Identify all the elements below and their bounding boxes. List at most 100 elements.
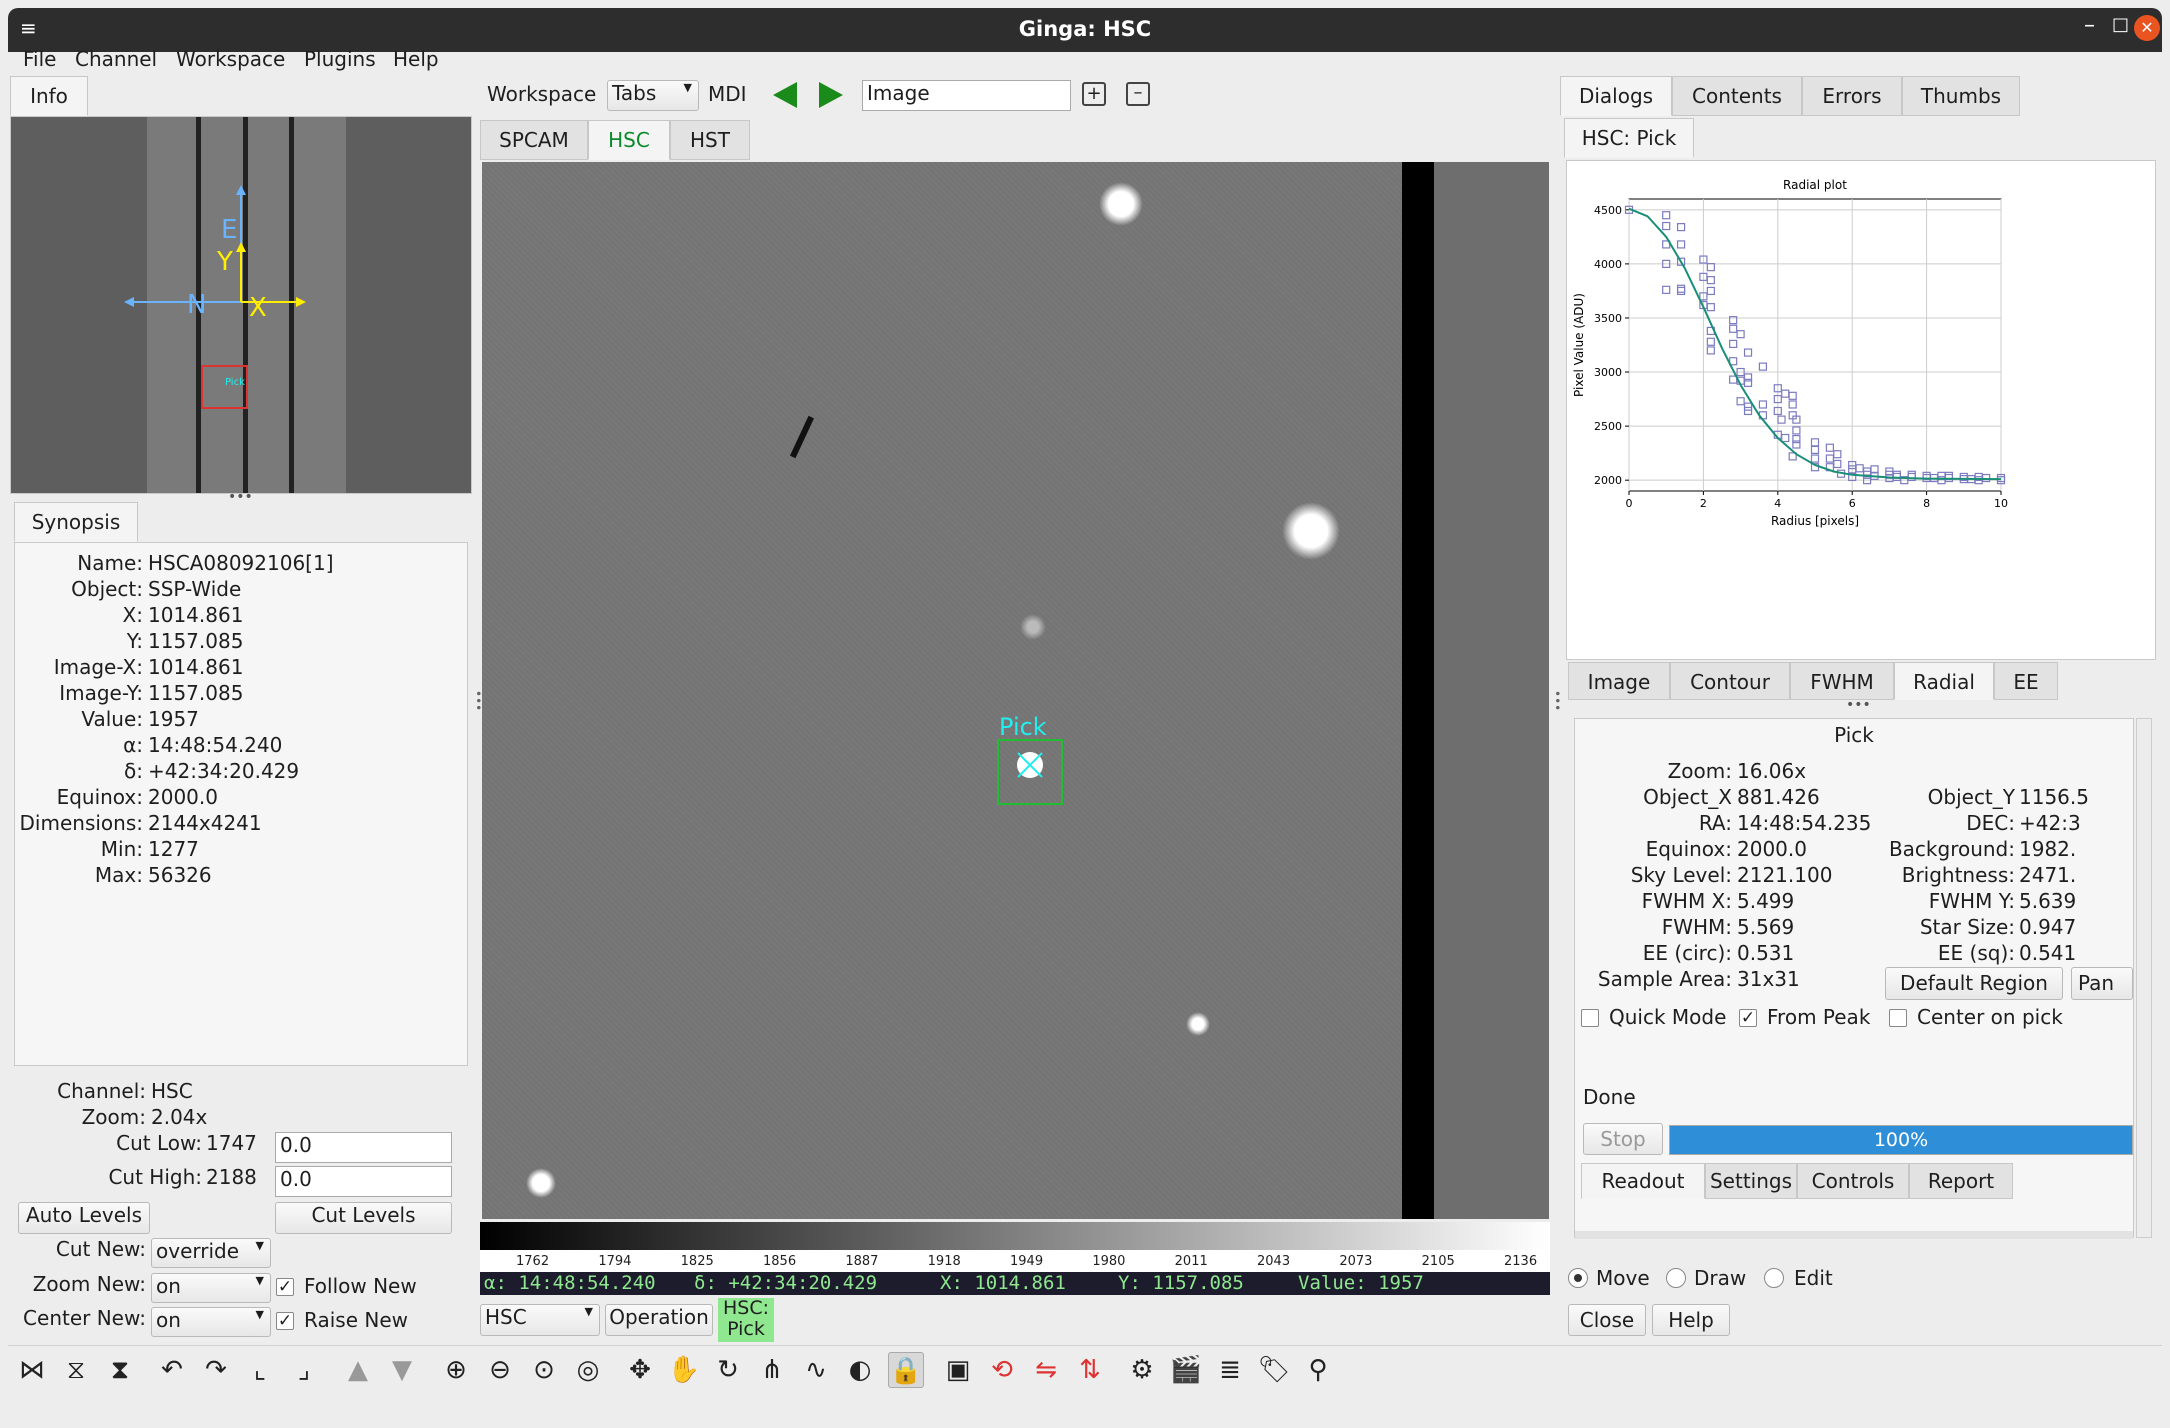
edit-radio[interactable] [1764, 1268, 1784, 1288]
raise-new-checkbox[interactable]: ✓ [276, 1312, 294, 1330]
zoom-fit-icon[interactable]: ⊙ [526, 1352, 562, 1388]
vertical-scrollbar[interactable] [2136, 718, 2152, 1238]
tab-errors[interactable]: Errors [1802, 76, 1902, 116]
close-button[interactable]: Close [1568, 1304, 1646, 1336]
layers-icon[interactable]: ≣ [1212, 1352, 1248, 1388]
maximize-icon[interactable]: □ [2112, 14, 2129, 35]
undo-icon[interactable]: ↶ [154, 1352, 190, 1388]
hourglass-icon[interactable]: ⧖ [58, 1352, 94, 1388]
splitter-handle[interactable]: ••• [1550, 690, 1564, 711]
tab-plot-contour[interactable]: Contour [1670, 662, 1790, 700]
tab-dialogs[interactable]: Dialogs [1560, 76, 1672, 116]
lock-icon[interactable]: 🔒 [888, 1352, 924, 1388]
radial-plot[interactable]: 0 2 4 6 8 10 2000 2500 3000 3500 4000 4500 Radial pl… [1567, 161, 2155, 659]
cut-high-input[interactable]: 0.0 [275, 1166, 452, 1197]
menu-workspace[interactable]: Workspace [176, 47, 285, 71]
hand-icon[interactable]: ✋ [666, 1352, 702, 1388]
pick-stat-value: 1156.5 [2019, 785, 2089, 809]
colorbar-tick-label: 1980 [1092, 1254, 1126, 1269]
rotate-red-icon[interactable]: ⟲ [984, 1352, 1020, 1388]
zoom-out-icon[interactable]: ⊖ [482, 1352, 518, 1388]
image-canvas[interactable]: Pick [482, 162, 1549, 1219]
tab-plot-radial[interactable]: Radial [1894, 662, 1994, 700]
pick-stat-label: Brightness: [1901, 863, 2015, 887]
operation-button[interactable]: Operation [605, 1304, 713, 1336]
tab-plot-ee[interactable]: EE [1994, 662, 2058, 700]
workspace-mode-select[interactable]: Tabs ▼ [607, 80, 699, 111]
menu-help[interactable]: Help [393, 47, 439, 71]
close-window-icon[interactable]: ✕ [2134, 15, 2160, 41]
tab-synopsis[interactable]: Synopsis [14, 502, 138, 542]
tab-report[interactable]: Report [1909, 1163, 2013, 1199]
cut-levels-button[interactable]: Cut Levels [275, 1202, 452, 1234]
redo-icon[interactable]: ↷ [198, 1352, 234, 1388]
ruler-icon[interactable]: ⋈ [14, 1352, 50, 1388]
cut-new-select[interactable]: override ▼ [151, 1238, 271, 1268]
tab-settings[interactable]: Settings [1705, 1163, 1797, 1199]
quick-mode-checkbox[interactable] [1581, 1009, 1599, 1027]
tab-plot-image[interactable]: Image [1568, 662, 1670, 700]
stop-button[interactable]: Stop [1583, 1123, 1663, 1155]
draw-radio[interactable] [1666, 1268, 1686, 1288]
microscope-icon[interactable]: ⚲ [1300, 1352, 1336, 1388]
prev-channel-icon[interactable] [773, 82, 797, 108]
move-radio[interactable] [1568, 1268, 1588, 1288]
tab-hsc[interactable]: HSC [588, 120, 670, 160]
tab-thumbs[interactable]: Thumbs [1902, 76, 2020, 116]
default-region-button[interactable]: Default Region [1885, 967, 2063, 1000]
menu-file[interactable]: File [23, 47, 56, 71]
splitter-handle[interactable]: ••• [1846, 697, 1871, 713]
channel-select[interactable]: HSC ▼ [480, 1304, 600, 1336]
menu-channel[interactable]: Channel [75, 47, 157, 71]
contrast-icon[interactable]: ◐ [842, 1352, 878, 1388]
remove-image-icon[interactable]: – [1126, 82, 1150, 106]
tab-hsc-pick[interactable]: HSC: Pick [1564, 118, 1694, 158]
axis-alt-icon[interactable]: ⌟ [286, 1352, 322, 1388]
minimize-icon[interactable]: – [2084, 13, 2095, 38]
tab-info[interactable]: Info [10, 76, 88, 116]
axis-icon[interactable]: ⌞ [242, 1352, 278, 1388]
tab-controls[interactable]: Controls [1797, 1163, 1909, 1199]
curve-icon[interactable]: ∿ [798, 1352, 834, 1388]
zoom-100-icon[interactable]: ◎ [570, 1352, 606, 1388]
center-new-select[interactable]: on ▼ [151, 1307, 271, 1337]
pan-button[interactable]: Pan [2071, 967, 2133, 1000]
add-image-icon[interactable]: + [1082, 82, 1106, 106]
compass-y-label: Y [217, 247, 233, 277]
from-peak-checkbox[interactable]: ✓ [1739, 1009, 1757, 1027]
cut-low-input[interactable]: 0.0 [275, 1132, 452, 1163]
arrow-down-icon[interactable]: ▼ [384, 1352, 420, 1388]
zoom-in-icon[interactable]: ⊕ [438, 1352, 474, 1388]
follow-new-checkbox[interactable]: ✓ [276, 1278, 294, 1296]
colorbar[interactable] [480, 1222, 1550, 1250]
horizontal-scrollbar[interactable] [1575, 1231, 2133, 1239]
settings-icon[interactable]: ⚙ [1124, 1352, 1160, 1388]
splitter-handle[interactable]: ••• [228, 489, 253, 505]
tab-readout[interactable]: Readout [1581, 1163, 1705, 1199]
tab-contents[interactable]: Contents [1672, 76, 1802, 116]
image-name-input[interactable]: Image [862, 80, 1071, 111]
zoom-new-select[interactable]: on ▼ [151, 1273, 271, 1303]
arrow-up-icon[interactable]: ▲ [340, 1352, 376, 1388]
pan-icon[interactable]: ✥ [622, 1352, 658, 1388]
tab-hst[interactable]: HST [670, 120, 750, 160]
readout-ra: α: 14:48:54.240 [484, 1272, 656, 1294]
rotate-icon[interactable]: ↻ [710, 1352, 746, 1388]
tab-spcam[interactable]: SPCAM [480, 120, 588, 160]
flip-y-icon[interactable]: ⇅ [1072, 1352, 1108, 1388]
menu-plugins[interactable]: Plugins [304, 47, 376, 71]
flip-x-icon[interactable]: ⇋ [1028, 1352, 1064, 1388]
center-on-pick-checkbox[interactable] [1889, 1009, 1907, 1027]
next-channel-icon[interactable] [819, 82, 843, 108]
colorbar-tick-label: 2105 [1421, 1254, 1455, 1269]
tab-plot-fwhm[interactable]: FWHM [1790, 662, 1894, 700]
mode-badge: HSC: Pick [718, 1298, 774, 1342]
image-icon[interactable]: ▣ [940, 1352, 976, 1388]
hourglass-alt-icon[interactable]: ⧗ [102, 1352, 138, 1388]
pick-stat-label: FWHM: [1661, 915, 1732, 939]
help-button[interactable]: Help [1652, 1304, 1730, 1336]
auto-levels-button[interactable]: Auto Levels [18, 1202, 150, 1234]
clapboard-icon[interactable]: 🎬 [1168, 1352, 1204, 1388]
tags-icon[interactable]: 🏷 [1256, 1352, 1292, 1388]
distribute-icon[interactable]: ⋔ [754, 1352, 790, 1388]
